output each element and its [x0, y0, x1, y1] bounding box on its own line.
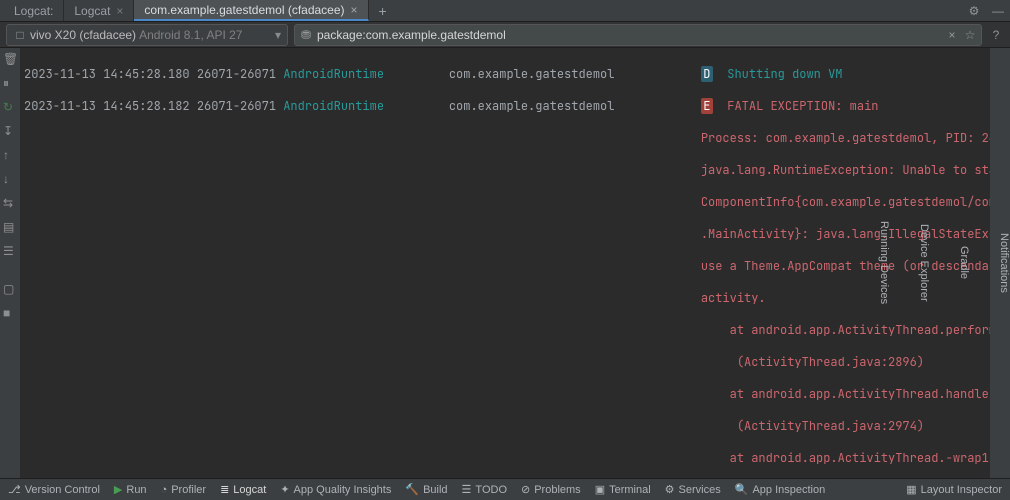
level-d-badge: D — [701, 66, 713, 82]
right-toolbar: Notifications Gradle Device Explorer Run… — [990, 48, 1010, 478]
timestamp: 2023-11-13 14:45:28.182 — [24, 98, 190, 114]
err-line: activity. — [701, 290, 766, 306]
log-tag: AndroidRuntime — [283, 98, 384, 114]
gear-icon[interactable]: ⚙ — [966, 3, 982, 19]
close-icon[interactable]: × — [351, 3, 358, 17]
pkg: com.example.gatestdemol — [449, 98, 615, 114]
app-quality-insights-button[interactable]: ✦ App Quality Insights — [280, 483, 391, 496]
err-line: .MainActivity}: java.lang.IllegalStateEx… — [701, 226, 990, 242]
err-line: ComponentInfo{com.example.gatestdemol/co… — [701, 194, 990, 210]
panel-label: Logcat: — [4, 0, 64, 21]
filter-input[interactable] — [317, 28, 941, 42]
tab-device-explorer[interactable]: Device Explorer — [918, 224, 930, 302]
next-icon[interactable]: ↓ — [3, 172, 17, 186]
timestamp: 2023-11-13 14:45:28.180 — [24, 66, 190, 82]
chevron-down-icon: ▾ — [275, 28, 281, 42]
filter-box[interactable]: ⛃ × ☆ — [294, 24, 982, 46]
profiler-button[interactable]: ◔ Profiler — [161, 484, 207, 496]
layout-inspector-button[interactable]: ▦ Layout Inspector — [906, 483, 1002, 496]
tab-notifications[interactable]: Notifications — [998, 233, 1010, 293]
services-button[interactable]: ⚙ Services — [665, 483, 721, 496]
restart-icon[interactable]: ↻ — [3, 100, 17, 114]
pause-icon[interactable]: ⏸ — [3, 76, 17, 90]
left-toolbar: 🗑 ⏸ ↻ ↧ ↑ ↓ ⇆ ▤ ☰ ▢ ■ — [0, 48, 20, 478]
record-icon[interactable]: ■ — [3, 306, 17, 320]
clear-icon[interactable]: × — [945, 28, 959, 42]
scroll-to-end-icon[interactable]: ↧ — [3, 124, 17, 138]
clear-log-icon[interactable]: 🗑 — [3, 52, 17, 66]
err-line: Process: com.example.gatestdemol, PID: 2… — [701, 130, 990, 146]
level-e-badge: E — [701, 98, 713, 114]
settings-icon[interactable]: ☰ — [3, 244, 17, 258]
log-tag: AndroidRuntime — [283, 66, 384, 82]
screenshot-icon[interactable]: ▢ — [3, 282, 17, 296]
new-tab-button[interactable]: + — [369, 0, 397, 21]
err-line: at android.app.ActivityThread.handleLaun… — [701, 386, 990, 402]
pkg: com.example.gatestdemol — [449, 66, 615, 82]
log-output[interactable]: 2023-11-13 14:45:28.180 26071-26071 Andr… — [20, 48, 990, 478]
err-line: FATAL EXCEPTION: main — [727, 98, 878, 114]
tab-logcat[interactable]: Logcat × — [64, 0, 134, 21]
app-inspection-button[interactable]: 🔍 App Inspection — [735, 483, 825, 496]
err-line: at android.app.ActivityThread.performLau… — [701, 322, 990, 338]
device-detail: Android 8.1, API 27 — [139, 28, 242, 42]
tab-running-devices[interactable]: Running Devices — [878, 221, 890, 304]
err-line: java.lang.RuntimeException: Unable to st… — [701, 162, 990, 178]
pid: 26071-26071 — [197, 98, 276, 114]
device-name: vivo X20 (cfadacee) — [30, 28, 136, 42]
err-line: (ActivityThread.java:2974) — [701, 418, 924, 434]
minimize-icon[interactable]: — — [990, 3, 1006, 19]
err-line: (ActivityThread.java:2896) — [701, 354, 924, 370]
build-button[interactable]: 🔨 Build — [405, 483, 447, 496]
split-icon[interactable]: ▤ — [3, 220, 17, 234]
close-icon[interactable]: × — [116, 4, 123, 18]
help-icon[interactable]: ? — [988, 27, 1004, 43]
pid: 26071-26071 — [197, 66, 276, 82]
tab-label: Logcat — [74, 4, 110, 18]
todo-button[interactable]: ☰ TODO — [462, 483, 507, 496]
soft-wrap-icon[interactable]: ⇆ — [3, 196, 17, 210]
terminal-button[interactable]: ▣ Terminal — [595, 483, 651, 496]
device-icon: □ — [13, 28, 27, 42]
run-button[interactable]: ▶ Run — [114, 483, 147, 496]
prev-icon[interactable]: ↑ — [3, 148, 17, 162]
favorite-icon[interactable]: ☆ — [963, 28, 977, 42]
problems-button[interactable]: ⊘ Problems — [521, 483, 581, 496]
log-msg: Shutting down VM — [727, 66, 842, 82]
err-line: at android.app.ActivityThread.-wrap11(Un… — [701, 450, 990, 466]
logcat-button[interactable]: ≣ Logcat — [220, 483, 266, 496]
device-selector[interactable]: □ vivo X20 (cfadacee) Android 8.1, API 2… — [6, 24, 288, 46]
tab-app[interactable]: com.example.gatestdemol (cfadacee) × — [134, 0, 368, 21]
filter-icon: ⛃ — [299, 28, 313, 42]
version-control-button[interactable]: ⎇ Version Control — [8, 483, 100, 496]
err-line: use a Theme.AppCompat theme (or descenda… — [701, 258, 990, 274]
tab-gradle[interactable]: Gradle — [958, 246, 970, 279]
tab-label: com.example.gatestdemol (cfadacee) — [144, 3, 344, 17]
